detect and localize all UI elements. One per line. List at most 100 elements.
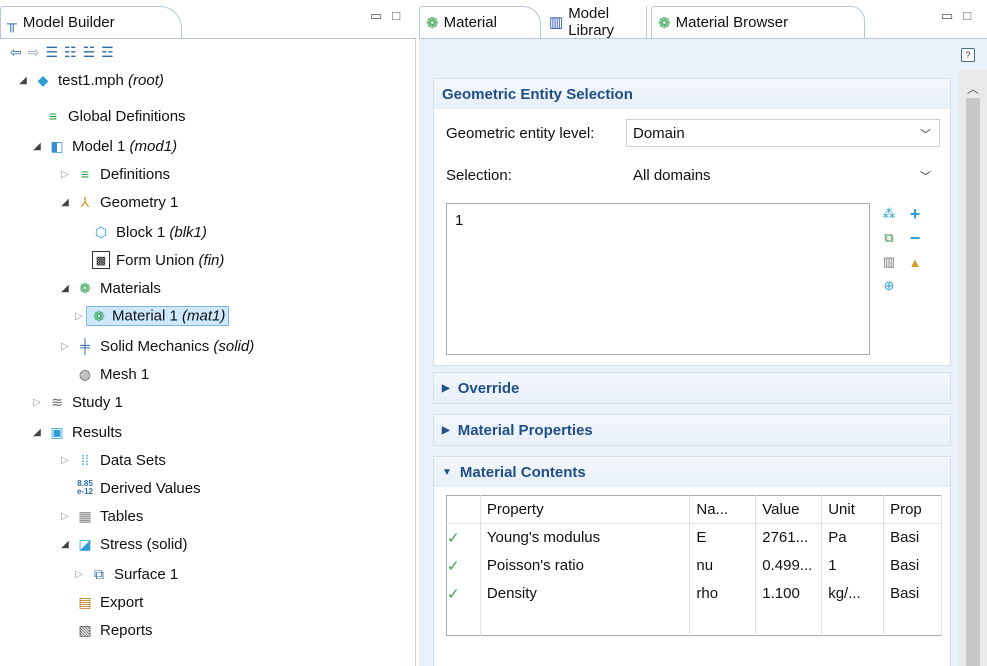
collapsed-arrow-icon[interactable]: ▷: [58, 341, 72, 352]
table-row[interactable]: ✓ Young's modulus E 2761... Pa Basi: [446, 523, 942, 552]
expand-arrow-icon[interactable]: ◢: [30, 141, 44, 152]
tree-node-root[interactable]: ◢ ◆ test1.mph (root): [16, 66, 164, 94]
help-icon[interactable]: ?: [961, 48, 975, 62]
copy-selection-icon[interactable]: ⧉: [880, 229, 898, 247]
cell-value[interactable]: 0.499...: [755, 551, 823, 580]
table-row[interactable]: ✓ Density rho 1.100 kg/... Basi: [446, 579, 942, 608]
select-objects-icon[interactable]: ⁂: [880, 205, 898, 223]
column-header[interactable]: Property: [480, 495, 691, 524]
cell-unit: Pa: [821, 523, 885, 552]
tree-node-reports[interactable]: ▧ Reports: [72, 616, 153, 644]
expand-arrow-icon[interactable]: ◢: [58, 283, 72, 294]
expand-arrow-icon[interactable]: ◢: [16, 75, 30, 86]
cell-unit: 1: [821, 551, 885, 580]
tree-node-form-union[interactable]: ▩ Form Union (fin): [88, 246, 224, 274]
tree-node-material-1[interactable]: ▷ ❁ Material 1 (mat1): [72, 302, 230, 330]
column-header[interactable]: Prop: [883, 495, 942, 524]
node-label: Reports: [100, 621, 153, 639]
add-icon[interactable]: +: [906, 204, 924, 224]
results-icon: ▣: [50, 423, 64, 440]
column-header[interactable]: Value: [755, 495, 823, 524]
collapsed-arrow-icon[interactable]: ▷: [72, 569, 86, 580]
scroll-up-icon[interactable]: ︿: [967, 80, 979, 97]
mesh-icon: ◍: [78, 365, 92, 382]
expand-icon[interactable]: ☱: [83, 44, 96, 61]
tree-node-study[interactable]: ▷ ≋ Study 1: [30, 388, 123, 416]
tree-node-export[interactable]: ▤ Export: [72, 588, 143, 616]
minimize-icon[interactable]: ▭: [941, 8, 953, 24]
tab-material[interactable]: ❁ Material: [419, 6, 541, 38]
collapsed-arrow-icon[interactable]: ▷: [72, 311, 86, 322]
tree-node-materials[interactable]: ◢ ❁ Materials: [58, 274, 161, 302]
maximize-icon[interactable]: □: [392, 8, 400, 24]
back-arrow-icon[interactable]: ⇦: [10, 44, 22, 61]
collapsed-arrow-icon[interactable]: ▷: [58, 455, 72, 466]
tab-material-browser[interactable]: ❁ Material Browser: [651, 6, 865, 38]
node-label: Definitions: [100, 165, 171, 183]
select-value: Domain: [633, 124, 685, 142]
expand-arrow-icon[interactable]: ◢: [58, 539, 72, 550]
sort-icon[interactable]: ☲: [101, 44, 114, 61]
selection-list[interactable]: 1: [446, 203, 870, 355]
tree-node-tables[interactable]: ▷ ▦ Tables: [58, 502, 143, 530]
tree-node-block[interactable]: ⬡ Block 1 (blk1): [88, 218, 207, 246]
collapse-icon[interactable]: ☷: [64, 44, 77, 61]
vertical-scrollbar[interactable]: ︿: [959, 70, 987, 666]
tree-node-solid-mechanics[interactable]: ▷ ╪ Solid Mechanics (solid): [58, 332, 254, 360]
node-label: Export: [100, 593, 144, 611]
expand-arrow-icon[interactable]: ◢: [30, 427, 44, 438]
cell-value[interactable]: 1.100: [755, 579, 823, 608]
tree-node-definitions[interactable]: ▷ ≡ Definitions: [58, 160, 170, 188]
paste-selection-icon[interactable]: ▥: [880, 253, 898, 271]
section-header[interactable]: ▶ Override: [434, 373, 950, 403]
table-row[interactable]: ✓ Poisson's ratio nu 0.499... 1 Basi: [446, 551, 942, 580]
section-title: Override: [457, 379, 520, 397]
forward-arrow-icon[interactable]: ⇨: [28, 44, 40, 61]
collapsed-arrow-icon[interactable]: ▷: [58, 511, 72, 522]
tree-node-model[interactable]: ◢ ◧ Model 1 (mod1): [30, 132, 177, 160]
tab-model-library[interactable]: ▥ Model Library: [543, 5, 647, 39]
collapsed-arrow-icon[interactable]: ▷: [30, 397, 44, 408]
select-value: All domains: [633, 166, 711, 184]
minimize-icon[interactable]: ▭: [370, 8, 382, 24]
column-header[interactable]: Na...: [689, 495, 757, 524]
tree-node-results[interactable]: ◢ ▣ Results: [30, 418, 122, 446]
entity-level-select[interactable]: Domain ﹀: [626, 119, 940, 147]
scrollbar-thumb[interactable]: [966, 98, 980, 666]
cell-name: nu: [689, 551, 757, 580]
section-header[interactable]: ▼ Material Contents: [434, 457, 950, 487]
cell-property: Young's modulus: [480, 523, 691, 552]
selection-select[interactable]: All domains ﹀: [626, 161, 940, 189]
maximize-icon[interactable]: □: [963, 8, 971, 24]
solid-mechanics-icon: ╪: [80, 338, 90, 354]
remove-icon[interactable]: −: [906, 228, 924, 248]
section-header[interactable]: ▶ Material Properties: [434, 415, 950, 445]
tab-model-builder[interactable]: ╥ Model Builder: [0, 6, 182, 38]
material-icon: ❁: [93, 307, 105, 324]
tree-node-geometry[interactable]: ◢ ⅄ Geometry 1: [58, 188, 178, 216]
tree-node-stress[interactable]: ◢ ◪ Stress (solid): [58, 530, 187, 558]
section-override[interactable]: ▶ Override: [433, 372, 951, 404]
tree-node-derived-values[interactable]: 8.85 e-12 Derived Values: [72, 474, 201, 502]
clear-selection-icon[interactable]: ▲: [906, 253, 924, 271]
tab-label: Model Library: [568, 5, 615, 39]
zoom-to-selection-icon[interactable]: ⊕: [880, 277, 898, 295]
surface-icon: ⧉: [94, 565, 104, 582]
section-geometric-entity-selection: Geometric Entity Selection Geometric ent…: [433, 78, 951, 366]
settings-panel: ❁ Material ▥ Model Library ❁ Material Br…: [419, 0, 987, 666]
section-header[interactable]: Geometric Entity Selection: [434, 79, 950, 109]
cell-value[interactable]: 2761...: [755, 523, 823, 552]
form-union-icon: ▩: [92, 251, 110, 269]
tree-node-mesh[interactable]: ◍ Mesh 1: [72, 360, 149, 388]
section-title: Material Properties: [457, 421, 593, 439]
expand-arrow-icon[interactable]: ◢: [58, 197, 72, 208]
show-icon[interactable]: ☰: [45, 44, 58, 61]
tree-node-surface[interactable]: ▷ ⧉ Surface 1: [72, 560, 178, 588]
collapsed-arrow-icon[interactable]: ▷: [58, 169, 72, 180]
section-material-properties[interactable]: ▶ Material Properties: [433, 414, 951, 446]
tree-node-data-sets[interactable]: ▷ ⁞⁞ Data Sets: [58, 446, 166, 474]
table-header-row: Property Na... Value Unit Prop: [446, 495, 942, 524]
column-header[interactable]: Unit: [821, 495, 885, 524]
tree-node-global-definitions[interactable]: ≡ Global Definitions: [40, 102, 186, 130]
selection-list-item[interactable]: 1: [455, 212, 463, 229]
